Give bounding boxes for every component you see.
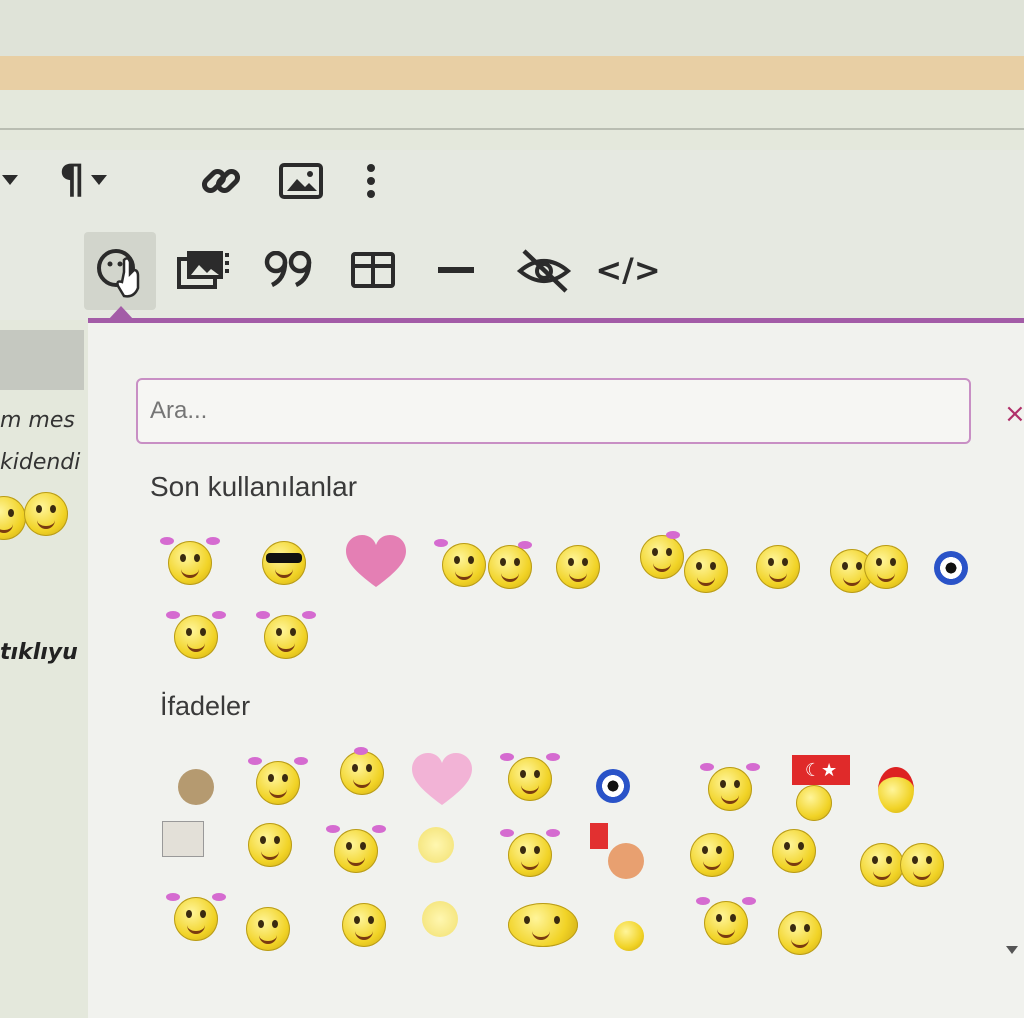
- chevron-down-icon: [90, 175, 107, 185]
- emoji-pigtails-icon[interactable]: [248, 757, 308, 805]
- media-button[interactable]: [176, 246, 232, 292]
- emoji-flag-holder-icon[interactable]: [796, 785, 832, 821]
- emoji-cheer-icon[interactable]: [860, 843, 904, 887]
- turkish-flag-icon[interactable]: ☾★: [792, 755, 850, 785]
- dropdown-chevron-icon[interactable]: [0, 160, 20, 200]
- window-top: [0, 0, 1024, 56]
- image-button[interactable]: [276, 158, 326, 204]
- emoji-cheer-icon[interactable]: [772, 829, 816, 873]
- emoji-evil-eye-icon[interactable]: [934, 551, 968, 585]
- smiley-icon: [97, 249, 140, 298]
- emoji-pigtails-icon[interactable]: [166, 611, 226, 659]
- emoji-couple-icon[interactable]: [500, 753, 560, 801]
- code-icon: </>: [595, 251, 661, 289]
- emoji-baby-icon[interactable]: [418, 827, 454, 863]
- emoji-picker-panel: × Son kullanılanlar İfadeler ☾★: [88, 318, 1024, 1018]
- editor-sidebar-block: [0, 330, 84, 390]
- emoji-sign-icon[interactable]: [162, 821, 204, 857]
- emoji-tongue-icon[interactable]: [256, 611, 316, 659]
- emoji-smile-icon[interactable]: [614, 921, 644, 951]
- emoji-glasses-icon[interactable]: [778, 911, 822, 955]
- header-bar: [0, 56, 1024, 90]
- scroll-down-arrow[interactable]: [1006, 946, 1018, 954]
- message-bold-text: tıklıyu: [0, 640, 78, 665]
- eye-slash-icon: [516, 249, 572, 293]
- emoji-bath-icon[interactable]: [422, 901, 458, 937]
- more-options-button[interactable]: [356, 158, 386, 204]
- emoji-heart-icon[interactable]: [344, 535, 408, 589]
- emoji-face-icon[interactable]: [556, 545, 600, 589]
- paragraph-icon: ¶: [59, 157, 85, 203]
- inline-smiley-icon: [24, 492, 68, 536]
- close-icon[interactable]: ×: [1004, 399, 1024, 429]
- emoji-bear-icon[interactable]: [178, 769, 214, 805]
- emoji-hug-icon[interactable]: [684, 549, 728, 593]
- emoji-sunglasses-icon[interactable]: [262, 541, 306, 585]
- emoji-pigtails-icon[interactable]: [166, 893, 226, 941]
- emoji-thinking-icon[interactable]: [690, 833, 734, 877]
- emoji-referee-icon[interactable]: [608, 843, 644, 879]
- emoji-cheer-icon[interactable]: [900, 843, 944, 887]
- recent-section-title: Son kullanılanlar: [150, 471, 358, 502]
- expressions-section-title: İfadeler: [160, 691, 251, 721]
- quote-button[interactable]: [262, 246, 316, 292]
- emoji-girl-icon[interactable]: [340, 747, 384, 795]
- emoji-group-icon[interactable]: [508, 903, 578, 947]
- link-icon: [201, 168, 241, 194]
- media-gallery-icon: [177, 251, 229, 289]
- emoji-face-icon[interactable]: [756, 545, 800, 589]
- emoji-hug-icon[interactable]: [640, 531, 684, 579]
- divider: [0, 128, 1024, 130]
- horizontal-rule-button[interactable]: [436, 256, 476, 286]
- emoji-face-icon[interactable]: [342, 903, 386, 947]
- table-button[interactable]: [348, 248, 398, 292]
- emoji-red-card-icon[interactable]: [590, 823, 608, 849]
- emoji-button[interactable]: [94, 244, 150, 300]
- emoji-search-input[interactable]: [136, 378, 971, 444]
- emoji-pigtails-icon[interactable]: [326, 825, 386, 873]
- message-text-line: m mes: [0, 408, 75, 433]
- inline-smiley-icon: [0, 496, 26, 540]
- source-code-button[interactable]: </>: [595, 246, 660, 294]
- emoji-face-icon[interactable]: [488, 541, 532, 589]
- quote-icon: [264, 251, 312, 287]
- paragraph-format-button[interactable]: ¶: [46, 154, 120, 206]
- link-button[interactable]: [196, 156, 246, 206]
- emoji-evil-eye-icon[interactable]: [596, 769, 630, 803]
- emoji-cat-icon[interactable]: [864, 545, 908, 589]
- emoji-eating-icon[interactable]: [248, 823, 292, 867]
- emoji-whistle-icon[interactable]: [700, 763, 760, 811]
- emoji-pigtails-icon[interactable]: [696, 897, 756, 945]
- table-icon: [351, 252, 395, 288]
- emoji-heart-icon[interactable]: [410, 753, 474, 807]
- spoiler-button[interactable]: [514, 244, 574, 296]
- emoji-face-icon[interactable]: [246, 907, 290, 951]
- emoji-santa-icon[interactable]: [878, 767, 914, 813]
- emoji-pigtails-icon[interactable]: [160, 537, 220, 585]
- horizontal-line-icon: [438, 267, 474, 273]
- emoji-pigtails-icon[interactable]: [434, 539, 486, 587]
- more-vertical-icon: [367, 164, 375, 198]
- image-icon: [279, 163, 323, 199]
- message-text-line: kidendi: [0, 450, 81, 475]
- emoji-pigtails-icon[interactable]: [500, 829, 560, 877]
